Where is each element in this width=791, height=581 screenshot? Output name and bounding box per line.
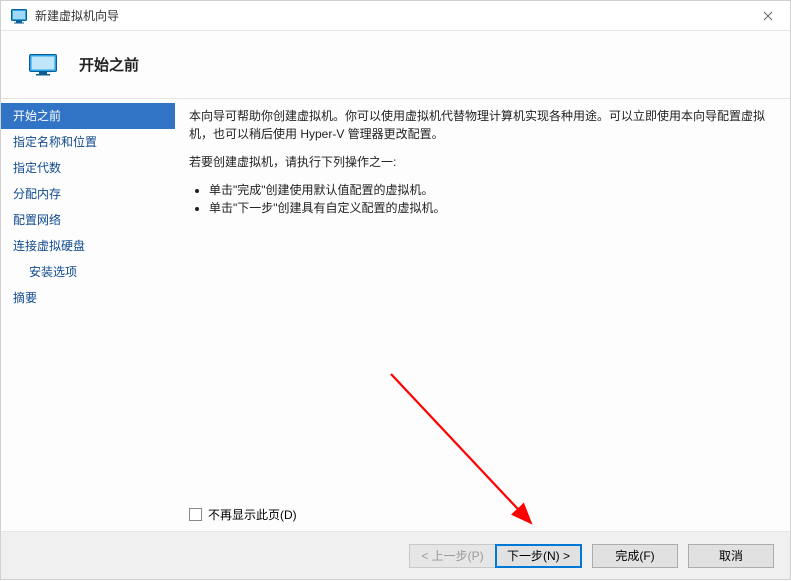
step-assign-memory[interactable]: 分配内存 [1, 181, 175, 207]
dont-show-row: 不再显示此页(D) [189, 506, 297, 523]
step-connect-vhd[interactable]: 连接虚拟硬盘 [1, 233, 175, 259]
step-installation-options[interactable]: 安装选项 [1, 259, 175, 285]
list-item: 单击"下一步"创建具有自定义配置的虚拟机。 [209, 199, 772, 217]
wizard-header: 开始之前 [1, 31, 790, 99]
monitor-icon [29, 54, 57, 76]
dont-show-checkbox[interactable] [189, 508, 202, 521]
wizard-window: 新建虚拟机向导 开始之前 开始之前 指定名称和位置 指定代数 分配内存 配置网络 [0, 0, 791, 580]
instruction-list: 单击"完成"创建使用默认值配置的虚拟机。 单击"下一步"创建具有自定义配置的虚拟… [189, 181, 772, 217]
step-specify-name-location[interactable]: 指定名称和位置 [1, 129, 175, 155]
step-configure-networking[interactable]: 配置网络 [1, 207, 175, 233]
page-title: 开始之前 [79, 54, 139, 75]
previous-button: < 上一步(P) [409, 544, 495, 568]
step-specify-generation[interactable]: 指定代数 [1, 155, 175, 181]
intro-paragraph: 本向导可帮助你创建虚拟机。你可以使用虚拟机代替物理计算机实现各种用途。可以立即使… [189, 107, 772, 143]
close-icon [763, 8, 773, 24]
instruction-paragraph: 若要创建虚拟机，请执行下列操作之一: [189, 153, 772, 171]
wizard-body: 开始之前 指定名称和位置 指定代数 分配内存 配置网络 连接虚拟硬盘 安装选项 … [1, 99, 790, 531]
app-icon [11, 8, 27, 24]
wizard-footer: < 上一步(P) 下一步(N) > 完成(F) 取消 [1, 531, 790, 579]
close-button[interactable] [745, 1, 790, 31]
prev-next-group: < 上一步(P) 下一步(N) > [409, 544, 582, 568]
window-title: 新建虚拟机向导 [35, 7, 745, 24]
dont-show-label: 不再显示此页(D) [208, 506, 297, 523]
step-sidebar: 开始之前 指定名称和位置 指定代数 分配内存 配置网络 连接虚拟硬盘 安装选项 … [1, 99, 175, 531]
list-item: 单击"完成"创建使用默认值配置的虚拟机。 [209, 181, 772, 199]
wizard-content: 本向导可帮助你创建虚拟机。你可以使用虚拟机代替物理计算机实现各种用途。可以立即使… [175, 99, 790, 531]
next-button[interactable]: 下一步(N) > [495, 544, 582, 568]
step-before-you-begin[interactable]: 开始之前 [1, 103, 175, 129]
cancel-button[interactable]: 取消 [688, 544, 774, 568]
titlebar: 新建虚拟机向导 [1, 1, 790, 31]
step-summary[interactable]: 摘要 [1, 285, 175, 311]
finish-button[interactable]: 完成(F) [592, 544, 678, 568]
